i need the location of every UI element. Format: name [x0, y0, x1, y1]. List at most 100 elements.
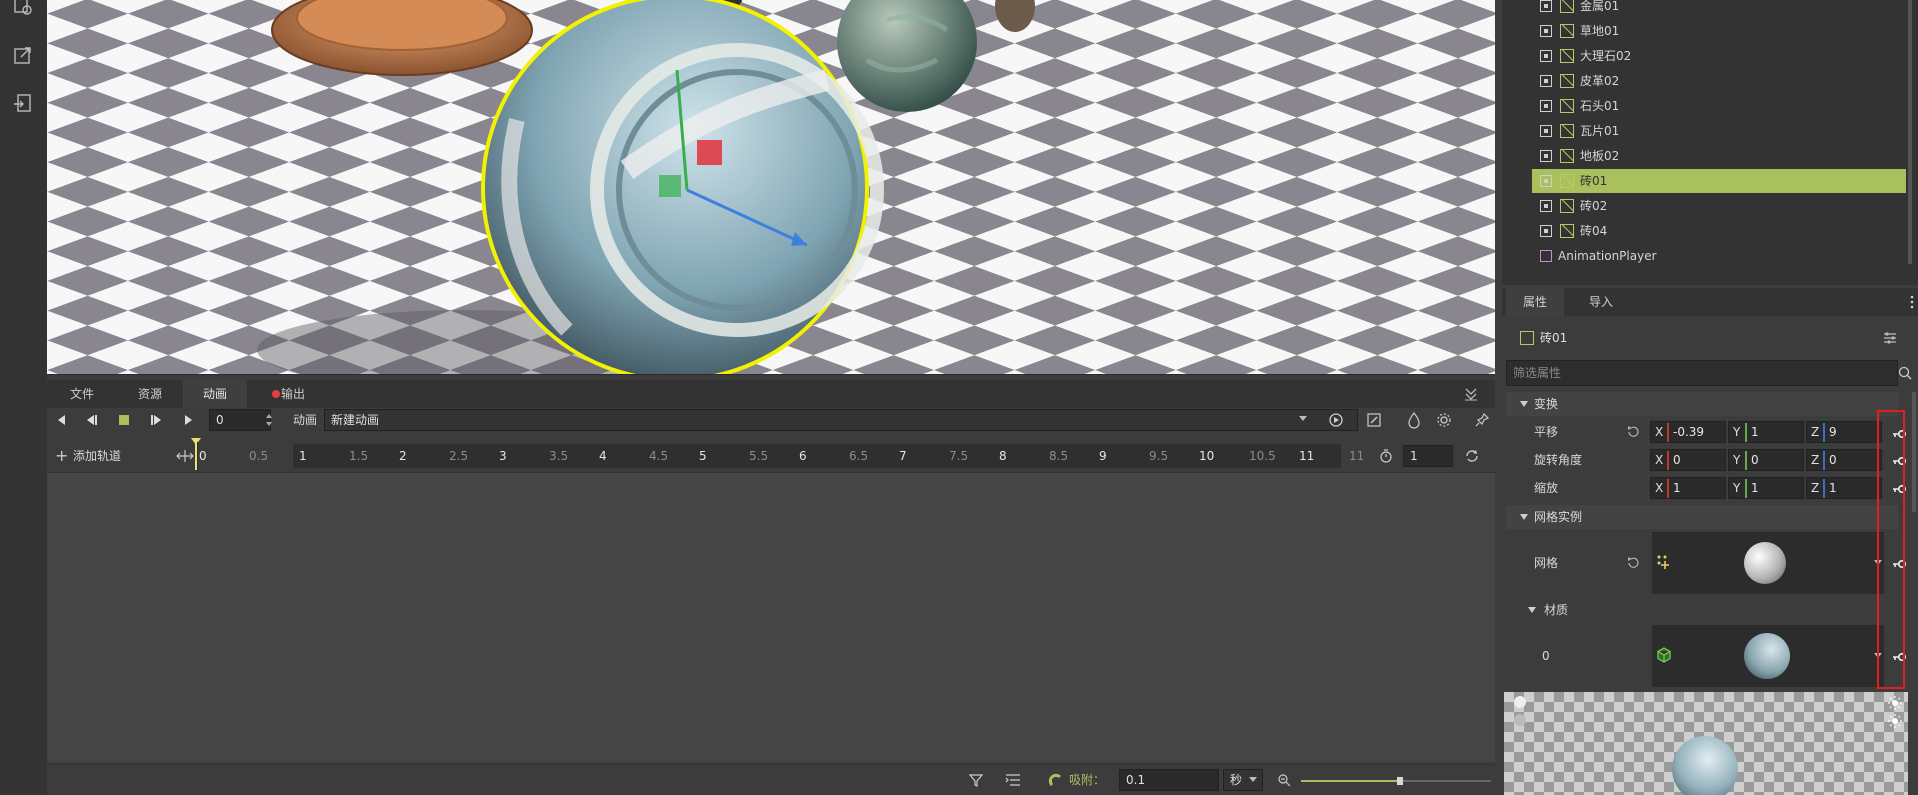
tree-item-label: 大理石02 — [1580, 49, 1632, 63]
visibility-icon[interactable] — [1540, 150, 1552, 162]
visibility-icon[interactable] — [1540, 0, 1552, 12]
rotation-x-field[interactable]: X0 — [1650, 449, 1726, 471]
add-track-button[interactable]: 添加轨道 — [73, 442, 121, 470]
export-icon[interactable] — [12, 44, 34, 66]
material-resource-picker[interactable] — [1652, 625, 1884, 687]
import-icon[interactable] — [12, 92, 34, 114]
edit-animation-icon[interactable] — [1365, 411, 1383, 429]
visibility-icon[interactable] — [1540, 25, 1552, 37]
tree-item[interactable]: 金属01 — [1532, 0, 1906, 18]
tab-assets[interactable]: 资源 — [117, 380, 183, 408]
autoplay-icon[interactable] — [1327, 411, 1345, 429]
tick-label: 5.5 — [749, 449, 769, 463]
frame-position-field[interactable]: 0 — [209, 409, 271, 431]
translation-z-field[interactable]: Z9 — [1806, 421, 1882, 443]
scale-x-field[interactable]: X1 — [1650, 477, 1726, 499]
tree-item[interactable]: 皮革02 — [1532, 69, 1906, 93]
timeline-track-area[interactable] — [47, 472, 1495, 762]
tree-item-animation-player[interactable]: AnimationPlayer — [1530, 244, 1904, 268]
snap-unit-select[interactable]: 秒 — [1223, 769, 1263, 791]
tree-item[interactable]: 大理石02 — [1532, 44, 1906, 68]
settings-gear-icon[interactable] — [1435, 411, 1453, 429]
snap-magnet-icon[interactable] — [1048, 773, 1064, 789]
3d-viewport[interactable] — [47, 0, 1495, 375]
tree-item[interactable]: 瓦片01 — [1532, 119, 1906, 143]
section-material[interactable]: 材质 — [1506, 598, 1898, 622]
sun-icon[interactable] — [1888, 714, 1902, 728]
reset-icon[interactable] — [1626, 425, 1640, 439]
scale-y-field[interactable]: Y1 — [1728, 477, 1804, 499]
zoom-slider-fill — [1301, 780, 1401, 782]
visibility-icon[interactable] — [1540, 125, 1552, 137]
section-mesh-instance[interactable]: 网格实例 — [1506, 505, 1898, 529]
rotation-y-field[interactable]: Y0 — [1728, 449, 1804, 471]
snap-step-field[interactable]: 0.1 — [1119, 769, 1219, 791]
add-track-plus-icon[interactable]: + — [55, 442, 68, 470]
tree-item[interactable]: 地板02 — [1532, 144, 1906, 168]
animation-select[interactable]: 新建动画 — [324, 409, 1358, 431]
frame-spinner-icon[interactable] — [265, 411, 273, 429]
scene-tree-scrollbar[interactable] — [1908, 0, 1912, 264]
tree-item[interactable]: 砖02 — [1532, 194, 1906, 218]
stop-icon[interactable] — [115, 411, 133, 429]
tick-label: 6.5 — [849, 449, 869, 463]
tree-item-label: 石头01 — [1580, 99, 1620, 113]
tree-item[interactable]: 砖04 — [1532, 219, 1906, 243]
add-mesh-icon[interactable] — [1656, 554, 1672, 570]
tab-import[interactable]: 导入 — [1568, 288, 1634, 316]
section-transform[interactable]: 变换 — [1506, 392, 1898, 416]
play-from-start-icon[interactable] — [147, 411, 165, 429]
play-backwards-icon[interactable] — [53, 411, 71, 429]
expand-panel-icon[interactable] — [1463, 386, 1479, 402]
zoom-slider-handle[interactable] — [1397, 777, 1403, 785]
reset-icon[interactable] — [1626, 556, 1640, 570]
tab-inspector[interactable]: 属性 — [1506, 288, 1564, 316]
translation-y-field[interactable]: Y1 — [1728, 421, 1804, 443]
light-toggle-2-icon[interactable] — [1514, 714, 1526, 726]
onion-skin-icon[interactable] — [1405, 411, 1423, 429]
loop-icon[interactable] — [1465, 449, 1479, 463]
tick-label: 1 — [299, 449, 307, 463]
track-list-icon[interactable] — [1005, 773, 1021, 787]
tree-item-label: 皮革02 — [1580, 74, 1620, 88]
tick-label: 5 — [699, 449, 707, 463]
visibility-icon[interactable] — [1540, 100, 1552, 112]
tick-label: 1.5 — [349, 449, 369, 463]
translation-x-field[interactable]: X -0.39 — [1650, 421, 1726, 443]
sun-icon[interactable] — [1888, 696, 1902, 710]
visibility-icon[interactable] — [1540, 200, 1552, 212]
tree-item-selected[interactable]: 砖01 — [1532, 169, 1906, 193]
filter-icon[interactable] — [968, 773, 984, 787]
object-properties-icon[interactable] — [1882, 331, 1898, 345]
light-toggle-1-icon[interactable] — [1514, 696, 1526, 708]
inspector-scrollbar[interactable] — [1912, 392, 1916, 512]
visibility-icon[interactable] — [1540, 175, 1552, 187]
mesh-resource-picker[interactable] — [1652, 532, 1884, 594]
more-options-icon[interactable] — [1910, 294, 1914, 310]
search-icon[interactable] — [1898, 366, 1912, 380]
filter-properties-input[interactable]: 筛选属性 — [1506, 360, 1898, 386]
fit-timeline-icon[interactable] — [175, 448, 195, 464]
scale-z-field[interactable]: Z1 — [1806, 477, 1882, 499]
output-error-dot-icon — [272, 390, 280, 398]
visibility-icon[interactable] — [1540, 50, 1552, 62]
rotation-z-field[interactable]: Z0 — [1806, 449, 1882, 471]
pin-icon[interactable] — [1473, 411, 1491, 429]
tick-label: 9.5 — [1149, 449, 1169, 463]
visibility-icon[interactable] — [1540, 75, 1552, 87]
tab-output[interactable]: 输出 — [281, 380, 321, 408]
play-icon[interactable] — [179, 411, 197, 429]
tab-animation[interactable]: 动画 — [183, 380, 247, 408]
scene-settings-icon[interactable] — [12, 0, 34, 18]
animation-length-field[interactable]: 1 — [1403, 445, 1453, 467]
tab-filesystem[interactable]: 文件 — [47, 380, 117, 408]
chevron-down-icon[interactable] — [1249, 777, 1257, 782]
timeline-ruler[interactable]: + 添加轨道 0 0.5 1 1.5 2 2.5 3 3.5 4 4.5 5 5… — [47, 438, 1495, 470]
play-backwards-from-end-icon[interactable] — [83, 411, 101, 429]
visibility-icon[interactable] — [1540, 225, 1552, 237]
tree-item-label: 砖02 — [1580, 199, 1608, 213]
node-name: 砖01 — [1540, 331, 1568, 345]
tree-item[interactable]: 石头01 — [1532, 94, 1906, 118]
chevron-down-icon[interactable] — [1299, 416, 1307, 421]
tree-item[interactable]: 草地01 — [1532, 19, 1906, 43]
